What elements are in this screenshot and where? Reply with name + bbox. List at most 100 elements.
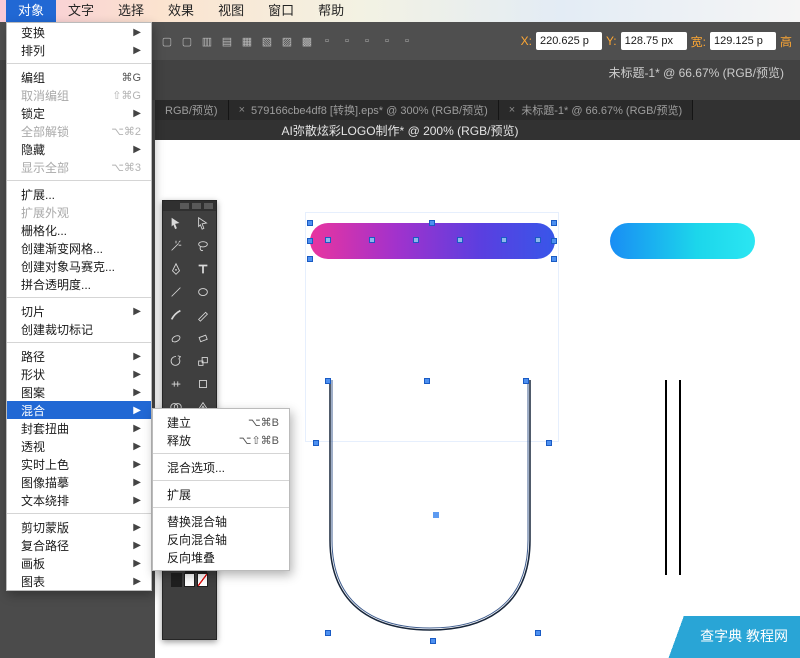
selection-handle[interactable]: [325, 378, 331, 384]
w-value[interactable]: 129.125 p: [710, 32, 776, 50]
selection-handle[interactable]: [307, 256, 313, 262]
align-icon[interactable]: ▧: [260, 34, 274, 48]
submenu-item-reverse-stack[interactable]: 反向堆叠: [153, 548, 289, 566]
shape-tool-icon[interactable]: [190, 280, 217, 303]
menu-object[interactable]: 对象: [6, 0, 56, 22]
submenu-item-replace-spine[interactable]: 替换混合轴: [153, 512, 289, 530]
align-icon[interactable]: ▢: [160, 34, 174, 48]
menu-item-blend[interactable]: 混合▶: [7, 401, 151, 419]
y-value[interactable]: 128.75 px: [621, 32, 687, 50]
align-icon[interactable]: ▥: [200, 34, 214, 48]
menu-effect[interactable]: 效果: [156, 0, 206, 22]
none-swatch[interactable]: [197, 573, 208, 587]
pencil-tool-icon[interactable]: [190, 303, 217, 326]
brush-tool-icon[interactable]: [163, 303, 190, 326]
align-icon[interactable]: ▩: [300, 34, 314, 48]
menu-item-live-paint[interactable]: 实时上色▶: [7, 455, 151, 473]
selection-handle[interactable]: [313, 440, 319, 446]
selection-handle[interactable]: [429, 220, 435, 226]
menu-item-transform[interactable]: 变换▶: [7, 23, 151, 41]
canvas[interactable]: jiaocheng.chezidian.com: [155, 140, 800, 658]
width-tool-icon[interactable]: [163, 372, 190, 395]
pen-tool-icon[interactable]: [163, 257, 190, 280]
menu-item-clipping-mask[interactable]: 剪切蒙版▶: [7, 518, 151, 536]
anchor-point[interactable]: [457, 237, 463, 243]
x-value[interactable]: 220.625 p: [536, 32, 602, 50]
selection-handle[interactable]: [535, 630, 541, 636]
scale-tool-icon[interactable]: [190, 349, 217, 372]
close-icon[interactable]: ×: [509, 104, 515, 116]
close-icon[interactable]: ×: [239, 104, 245, 116]
anchor-point[interactable]: [325, 237, 331, 243]
direct-selection-tool-icon[interactable]: [190, 211, 217, 234]
align-icon[interactable]: ▤: [220, 34, 234, 48]
free-transform-tool-icon[interactable]: [190, 372, 217, 395]
artwork-object[interactable]: [679, 380, 681, 575]
align-icon[interactable]: ▫: [400, 34, 414, 48]
submenu-item-expand[interactable]: 扩展: [153, 485, 289, 503]
artwork-object[interactable]: [665, 380, 667, 575]
submenu-item-reverse-spine[interactable]: 反向混合轴: [153, 530, 289, 548]
magic-wand-tool-icon[interactable]: [163, 234, 190, 257]
line-tool-icon[interactable]: [163, 280, 190, 303]
selection-handle[interactable]: [325, 630, 331, 636]
submenu-item-options[interactable]: 混合选项...: [153, 458, 289, 476]
selection-handle[interactable]: [523, 378, 529, 384]
blob-brush-tool-icon[interactable]: [163, 326, 190, 349]
align-icon[interactable]: ▫: [360, 34, 374, 48]
anchor-point[interactable]: [535, 237, 541, 243]
selection-handle[interactable]: [551, 220, 557, 226]
menu-item-hide[interactable]: 隐藏▶: [7, 140, 151, 158]
align-icon[interactable]: ▢: [180, 34, 194, 48]
panel-header[interactable]: [163, 201, 216, 211]
submenu-item-release[interactable]: 释放⌥⇧⌘B: [153, 431, 289, 449]
menu-select[interactable]: 选择: [106, 0, 156, 22]
menu-item-lock[interactable]: 锁定▶: [7, 104, 151, 122]
menu-item-flatten[interactable]: 拼合透明度...: [7, 275, 151, 293]
selection-handle[interactable]: [546, 440, 552, 446]
menu-window[interactable]: 窗口: [256, 0, 306, 22]
document-tab[interactable]: RGB/预览): [155, 100, 229, 120]
type-tool-icon[interactable]: [190, 257, 217, 280]
anchor-point[interactable]: [369, 237, 375, 243]
eraser-tool-icon[interactable]: [190, 326, 217, 349]
menu-item-mosaic[interactable]: 创建对象马赛克...: [7, 257, 151, 275]
menu-item-arrange[interactable]: 排列▶: [7, 41, 151, 59]
menu-item-perspective[interactable]: 透视▶: [7, 437, 151, 455]
menu-item-crop-marks[interactable]: 创建裁切标记: [7, 320, 151, 338]
menu-item-graph[interactable]: 图表▶: [7, 572, 151, 590]
menu-item-compound-path[interactable]: 复合路径▶: [7, 536, 151, 554]
selection-handle[interactable]: [551, 238, 557, 244]
align-icon[interactable]: ▫: [380, 34, 394, 48]
selection-handle[interactable]: [551, 256, 557, 262]
anchor-point[interactable]: [501, 237, 507, 243]
submenu-item-make[interactable]: 建立⌥⌘B: [153, 413, 289, 431]
menu-item-pattern[interactable]: 图案▶: [7, 383, 151, 401]
selection-handle[interactable]: [430, 638, 436, 644]
menu-type[interactable]: 文字: [56, 0, 106, 22]
menu-item-expand[interactable]: 扩展...: [7, 185, 151, 203]
menu-item-slice[interactable]: 切片▶: [7, 302, 151, 320]
menu-item-envelope[interactable]: 封套扭曲▶: [7, 419, 151, 437]
document-tab[interactable]: ×579166cbe4df8 [转换].eps* @ 300% (RGB/预览): [229, 100, 499, 120]
align-icon[interactable]: ▦: [240, 34, 254, 48]
menu-item-image-trace[interactable]: 图像描摹▶: [7, 473, 151, 491]
selection-handle[interactable]: [307, 238, 313, 244]
menu-help[interactable]: 帮助: [306, 0, 356, 22]
artwork-path[interactable]: [320, 380, 540, 640]
document-tab[interactable]: ×未标题-1* @ 66.67% (RGB/预览): [499, 100, 693, 120]
menu-item-rasterize[interactable]: 栅格化...: [7, 221, 151, 239]
selection-handle[interactable]: [307, 220, 313, 226]
selection-handle[interactable]: [424, 378, 430, 384]
align-icon[interactable]: ▫: [320, 34, 334, 48]
color-swatch[interactable]: [184, 573, 195, 587]
rotate-tool-icon[interactable]: [163, 349, 190, 372]
menu-item-text-wrap[interactable]: 文本绕排▶: [7, 491, 151, 509]
menu-item-shape[interactable]: 形状▶: [7, 365, 151, 383]
menu-item-artboards[interactable]: 画板▶: [7, 554, 151, 572]
menu-item-path[interactable]: 路径▶: [7, 347, 151, 365]
menu-item-gradient-mesh[interactable]: 创建渐变网格...: [7, 239, 151, 257]
color-swatch[interactable]: [171, 573, 182, 587]
center-point[interactable]: [433, 512, 439, 518]
align-icon[interactable]: ▨: [280, 34, 294, 48]
